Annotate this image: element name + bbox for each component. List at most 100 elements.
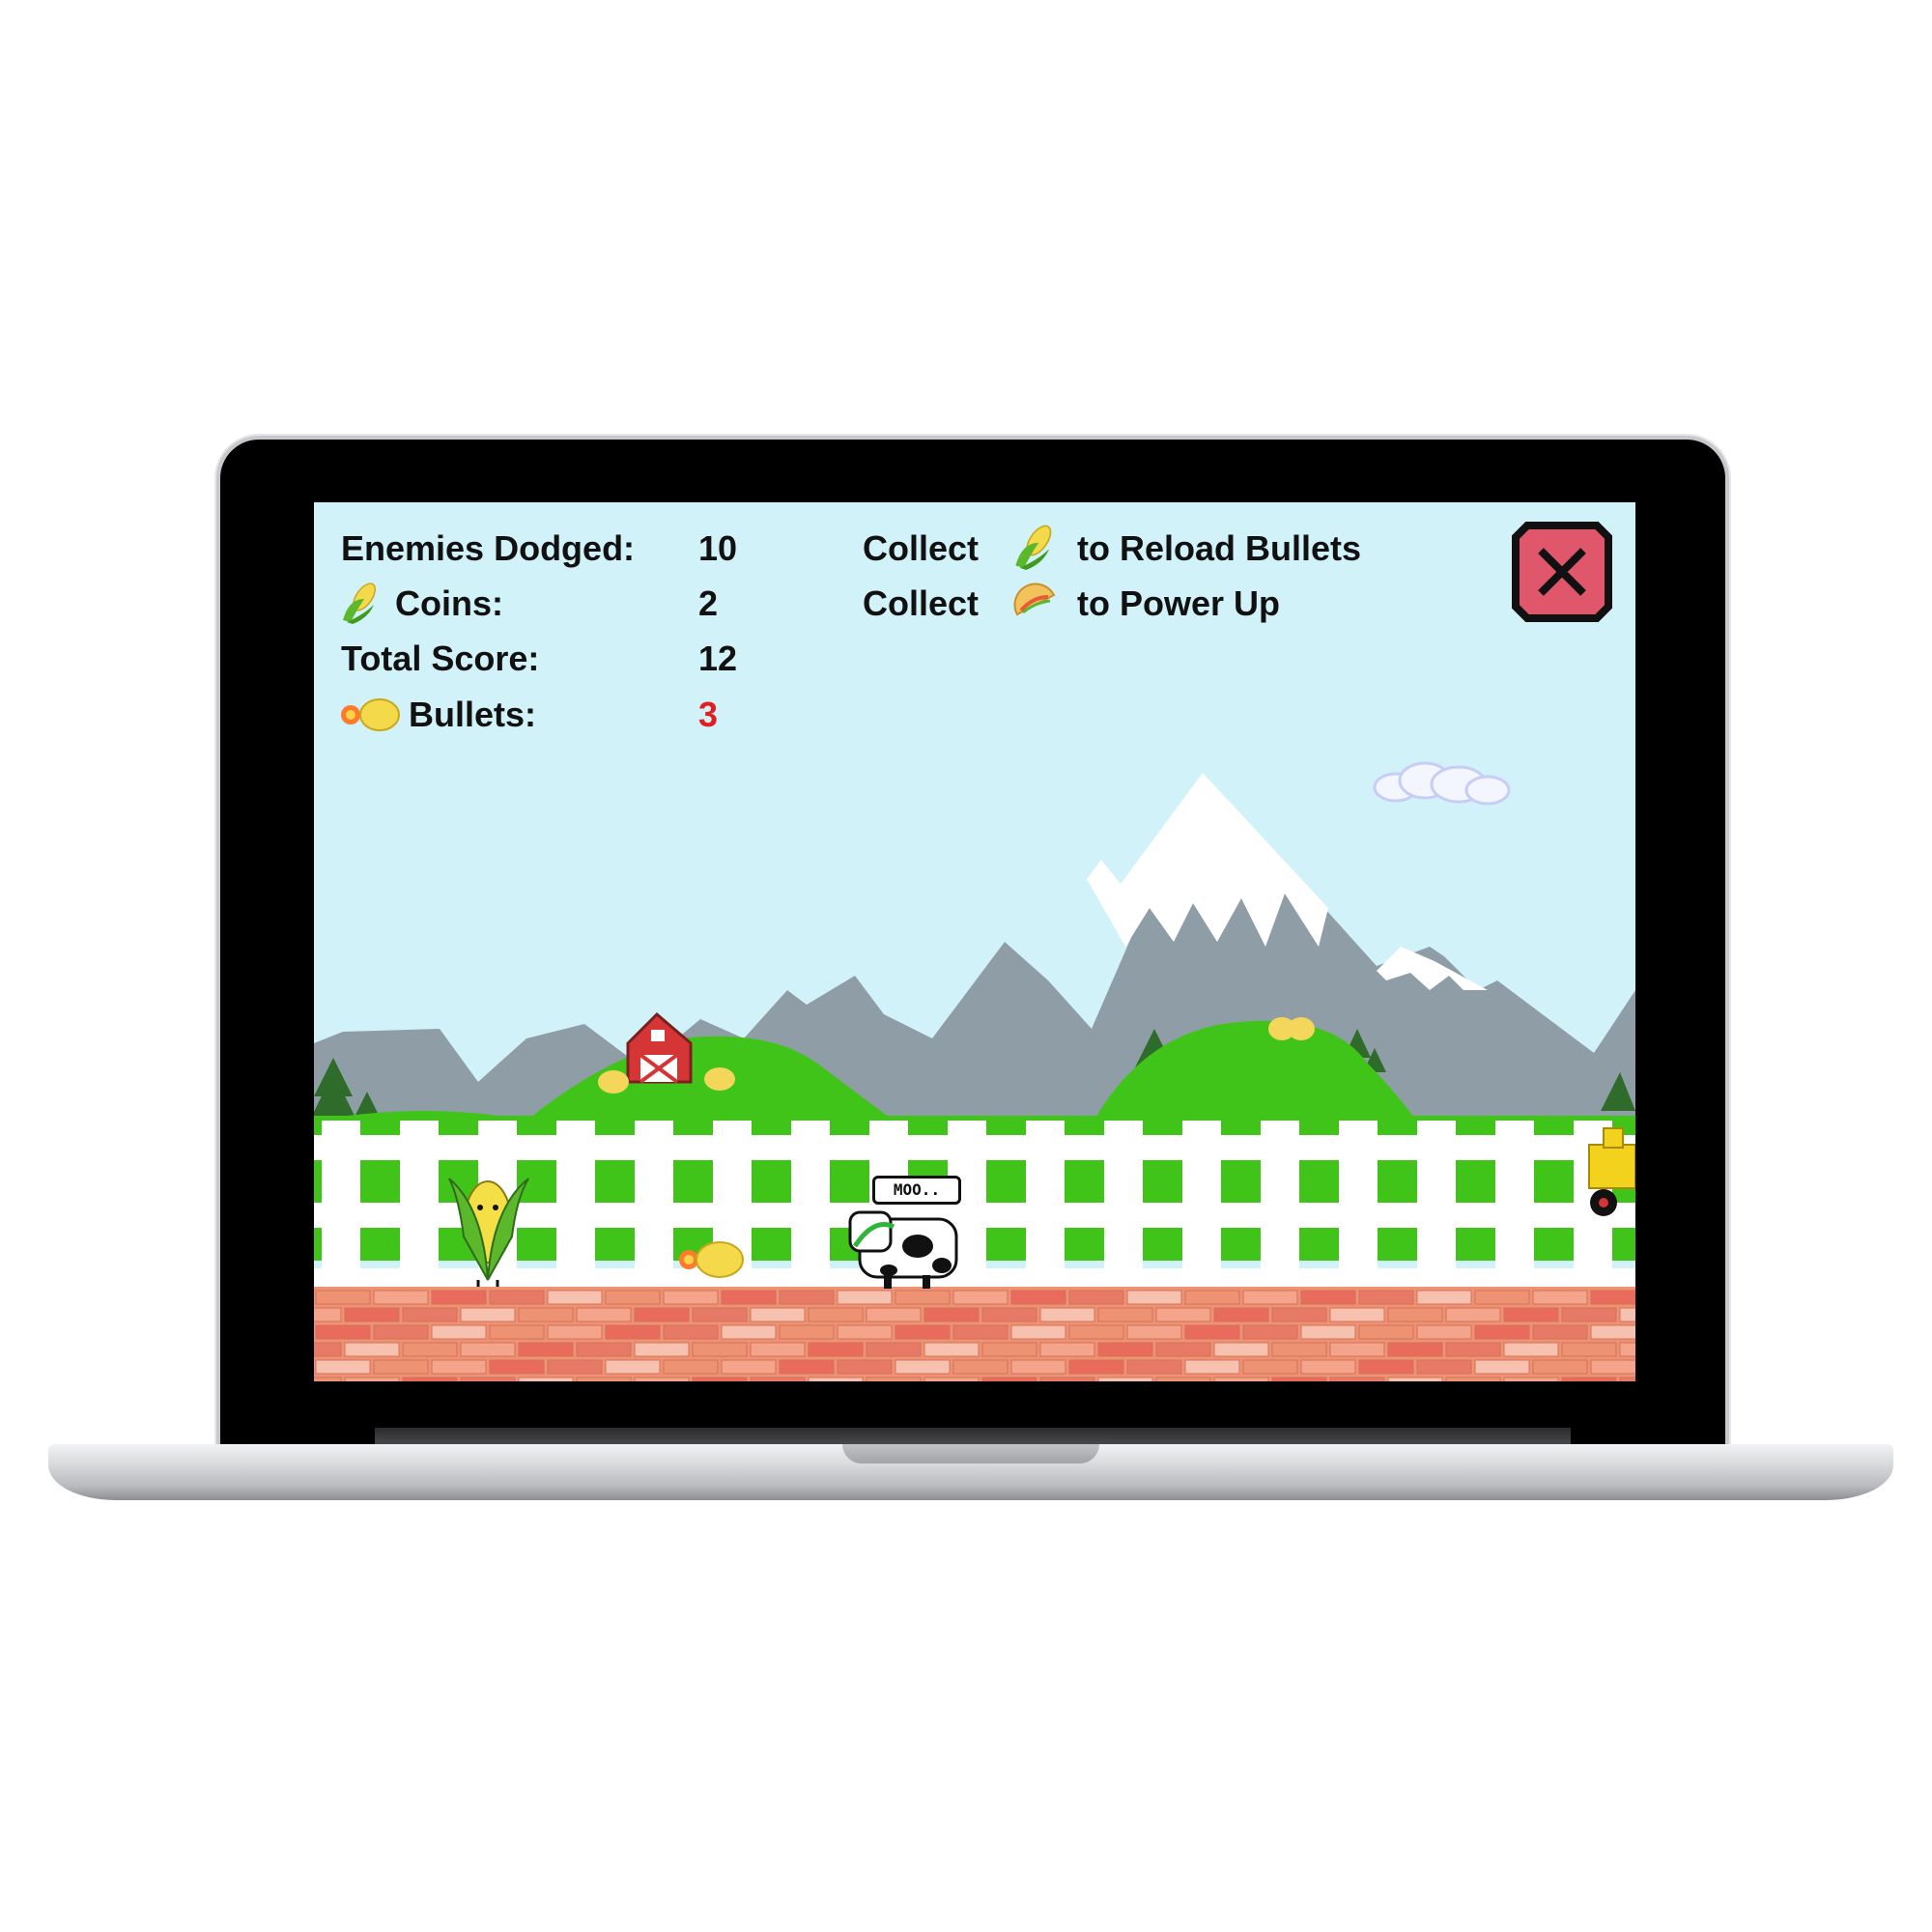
brick [1300, 1359, 1356, 1375]
close-button[interactable] [1512, 522, 1612, 622]
brick [1184, 1290, 1240, 1305]
brick [808, 1377, 864, 1381]
brick [750, 1307, 806, 1322]
brick [460, 1307, 516, 1322]
brick [1242, 1290, 1298, 1305]
brick [721, 1324, 777, 1340]
brick [1445, 1377, 1501, 1381]
laptop-notch [842, 1444, 1099, 1463]
brick [663, 1290, 719, 1305]
brick [1271, 1342, 1327, 1357]
brick [1010, 1290, 1066, 1305]
bullets-label: Bullets: [409, 695, 537, 734]
brick [402, 1377, 458, 1381]
brick [837, 1359, 893, 1375]
brick [1590, 1324, 1635, 1340]
fence-picket [791, 1121, 830, 1294]
brick [952, 1324, 1009, 1340]
barn [626, 1011, 693, 1084]
brick [1619, 1377, 1635, 1381]
brick [1532, 1359, 1588, 1375]
brick [1271, 1307, 1327, 1322]
brick [1532, 1290, 1588, 1305]
brick [981, 1342, 1037, 1357]
brick [1213, 1307, 1269, 1322]
brick [315, 1359, 371, 1375]
brick [837, 1324, 893, 1340]
brick [1358, 1359, 1414, 1375]
brick [1271, 1377, 1327, 1381]
enemies-dodged-label: Enemies Dodged: [341, 528, 636, 568]
brick [373, 1359, 429, 1375]
fence-picket [1339, 1121, 1378, 1294]
brick [1126, 1359, 1182, 1375]
player-speech-bubble: MOO.. [872, 1176, 961, 1205]
brick [895, 1324, 951, 1340]
laptop-hinge [375, 1428, 1571, 1445]
brick [779, 1324, 835, 1340]
brick [1097, 1307, 1153, 1322]
brick [344, 1342, 400, 1357]
brick [576, 1307, 632, 1322]
total-score-label: Total Score: [341, 639, 540, 678]
brick [750, 1377, 806, 1381]
brick [721, 1290, 777, 1305]
brick [344, 1377, 400, 1381]
brick [344, 1307, 400, 1322]
brick [605, 1359, 661, 1375]
bullet-icon [341, 698, 400, 731]
brick [866, 1342, 922, 1357]
enemies-dodged-value: 10 [698, 528, 738, 568]
brick [315, 1290, 371, 1305]
brick [663, 1324, 719, 1340]
brick [1242, 1359, 1298, 1375]
brick [315, 1324, 371, 1340]
brick [1300, 1324, 1356, 1340]
brick-pattern [314, 1290, 1635, 1381]
brick [1010, 1324, 1066, 1340]
brick [1532, 1324, 1588, 1340]
brick [1329, 1342, 1385, 1357]
corn-icon [1015, 525, 1052, 570]
brick [779, 1359, 835, 1375]
cloud [1373, 761, 1511, 806]
brick [1039, 1307, 1095, 1322]
fence-picket [400, 1121, 439, 1294]
corn-icon [343, 582, 377, 624]
brick [1213, 1342, 1269, 1357]
brick [1445, 1307, 1501, 1322]
brick [431, 1324, 487, 1340]
brick [1010, 1359, 1066, 1375]
brick [1503, 1377, 1559, 1381]
brick [1155, 1377, 1211, 1381]
brick [547, 1359, 603, 1375]
brick [1068, 1290, 1124, 1305]
brick [895, 1290, 951, 1305]
brick [1387, 1377, 1443, 1381]
brick [518, 1377, 574, 1381]
brick [1358, 1290, 1414, 1305]
game-screen[interactable]: MOO.. Enemies Dodged: 10 Coins: 2 Total … [314, 502, 1635, 1381]
brick [547, 1324, 603, 1340]
brick [1503, 1307, 1559, 1322]
brick [1590, 1290, 1635, 1305]
fence-picket [322, 1121, 360, 1294]
brick [489, 1324, 545, 1340]
brick [1619, 1342, 1635, 1357]
total-score-value: 12 [698, 639, 738, 678]
brick [750, 1342, 806, 1357]
taco-icon [1013, 582, 1056, 616]
brick [952, 1359, 1009, 1375]
brick [721, 1359, 777, 1375]
brick [460, 1342, 516, 1357]
brick [402, 1342, 458, 1357]
brick [1416, 1359, 1472, 1375]
brick [663, 1359, 719, 1375]
game-scenery [314, 761, 1635, 1381]
brick [402, 1307, 458, 1322]
brick [837, 1290, 893, 1305]
brick [1300, 1290, 1356, 1305]
coins-label: Coins: [395, 583, 503, 623]
brick [1329, 1307, 1385, 1322]
fence-picket [556, 1121, 595, 1294]
